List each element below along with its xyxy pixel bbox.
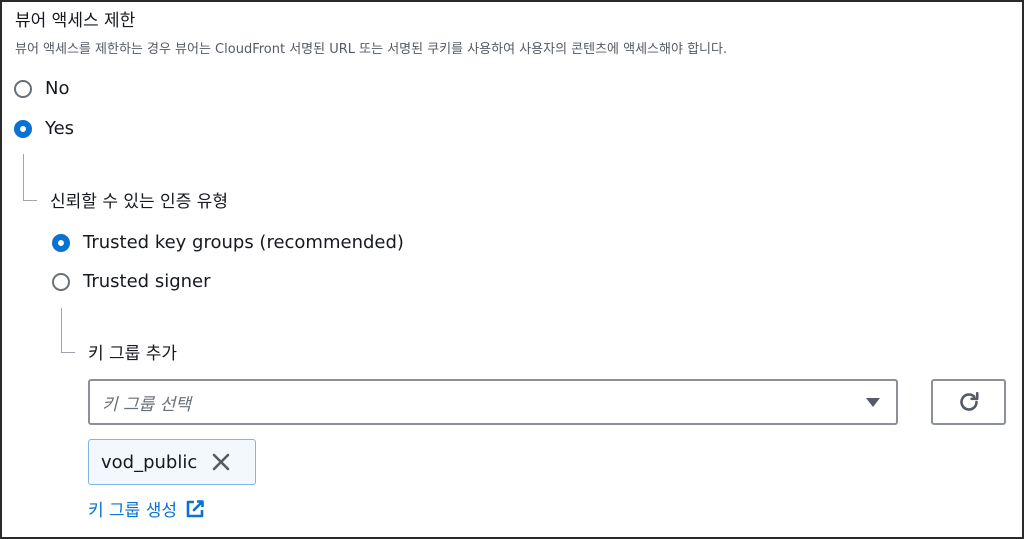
add-key-group-label: 키 그룹 추가 [88, 344, 178, 364]
key-group-select[interactable]: 키 그룹 선택 [88, 379, 898, 425]
radio-option-trusted-signer[interactable]: Trusted signer [52, 271, 211, 293]
selected-key-group-token: vod_public [88, 439, 256, 485]
radio-signer-label: Trusted signer [83, 271, 211, 292]
radio-yes-label: Yes [45, 118, 75, 139]
radio-no-circle[interactable] [14, 80, 32, 98]
radio-key-groups-circle[interactable] [52, 234, 70, 252]
caret-down-icon [866, 397, 880, 407]
key-group-select-placeholder: 키 그룹 선택 [102, 394, 192, 415]
section-description: 뷰어 액세스를 제한하는 경우 뷰어는 CloudFront 서명된 URL 또… [15, 42, 728, 57]
radio-no-label: No [45, 78, 70, 99]
radio-option-no[interactable]: No [14, 78, 69, 100]
external-link-icon [185, 499, 205, 519]
radio-option-trusted-key-groups[interactable]: Trusted key groups (recommended) [52, 232, 404, 254]
refresh-icon [957, 390, 981, 414]
key-groups-connector-elbow [61, 352, 75, 353]
radio-option-yes[interactable]: Yes [14, 118, 74, 140]
create-key-group-link[interactable]: 키 그룹 생성 [88, 496, 205, 521]
key-groups-connector-line [61, 308, 62, 352]
radio-signer-circle[interactable] [52, 273, 70, 291]
yes-connector-line [23, 154, 24, 200]
radio-key-groups-label: Trusted key groups (recommended) [83, 232, 404, 253]
viewer-access-panel: 뷰어 액세스 제한 뷰어 액세스를 제한하는 경우 뷰어는 CloudFront… [0, 0, 1024, 539]
close-icon[interactable] [211, 452, 231, 472]
trusted-auth-label: 신뢰할 수 있는 인증 유형 [50, 192, 229, 212]
refresh-button[interactable] [931, 379, 1006, 425]
radio-yes-circle[interactable] [14, 120, 32, 138]
create-key-group-link-text: 키 그룹 생성 [88, 501, 178, 521]
yes-connector-elbow [23, 200, 37, 201]
section-title: 뷰어 액세스 제한 [15, 11, 136, 31]
token-label: vod_public [101, 451, 198, 473]
